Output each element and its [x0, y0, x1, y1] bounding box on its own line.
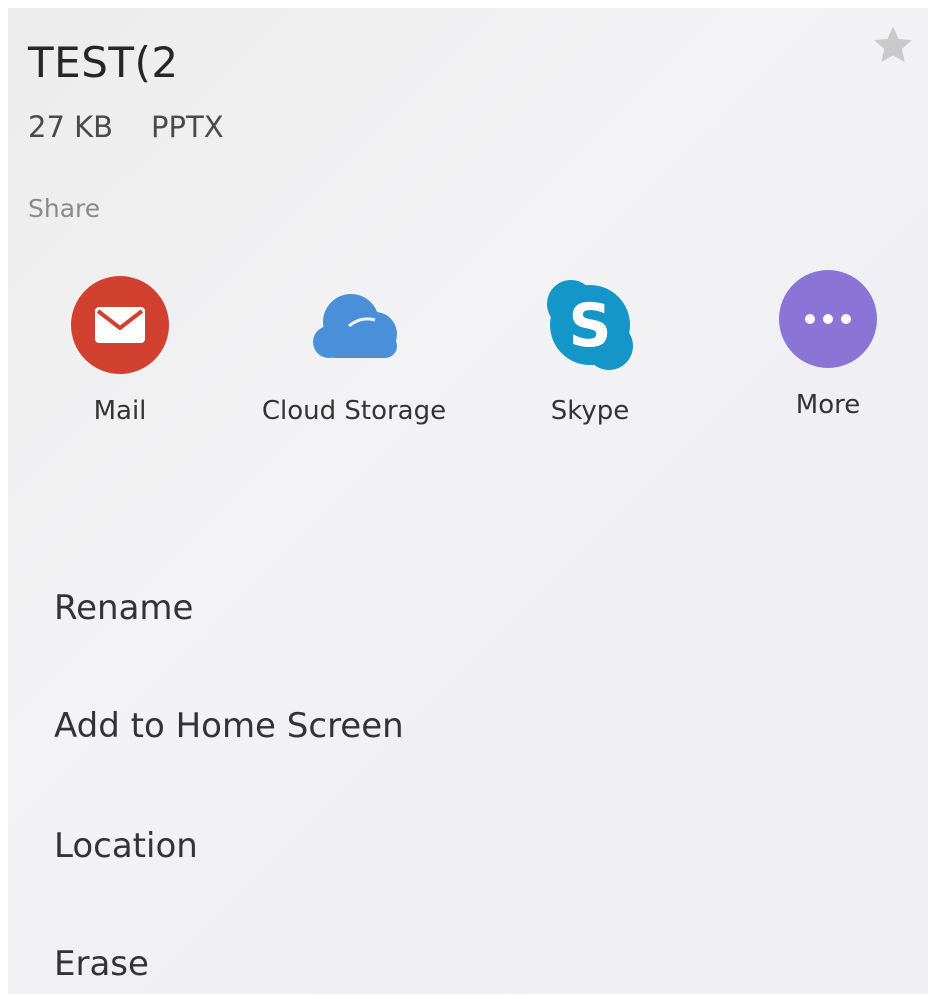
share-label: Share [28, 194, 101, 223]
mail-icon [71, 276, 169, 374]
share-skype-button[interactable]: S Skype [480, 276, 700, 426]
file-details-sheet: TEST(2 27 KB PPTX Share Mail Cloud Stora… [8, 8, 928, 994]
menu-item-location[interactable]: Location [54, 826, 198, 866]
share-mail-button[interactable]: Mail [10, 276, 230, 426]
menu-item-erase[interactable]: Erase [54, 944, 149, 984]
file-title: TEST(2 [28, 38, 179, 87]
share-more-button[interactable]: More [718, 270, 928, 420]
file-size: 27 KB [28, 110, 114, 144]
share-cloud-storage-button[interactable]: Cloud Storage [244, 276, 464, 426]
share-cloud-storage-label: Cloud Storage [261, 396, 447, 426]
share-skype-label: Skype [550, 396, 630, 426]
more-icon [779, 270, 877, 368]
skype-icon: S [541, 276, 639, 374]
svg-text:S: S [568, 291, 611, 361]
share-more-label: More [795, 390, 861, 420]
file-type: PPTX [151, 110, 224, 144]
share-mail-label: Mail [93, 396, 147, 426]
favorite-star-icon[interactable] [870, 22, 916, 68]
menu-item-add-to-home-screen[interactable]: Add to Home Screen [54, 706, 404, 746]
menu-item-rename[interactable]: Rename [54, 588, 193, 628]
cloud-icon [305, 276, 403, 374]
file-meta: 27 KB PPTX [28, 110, 224, 144]
